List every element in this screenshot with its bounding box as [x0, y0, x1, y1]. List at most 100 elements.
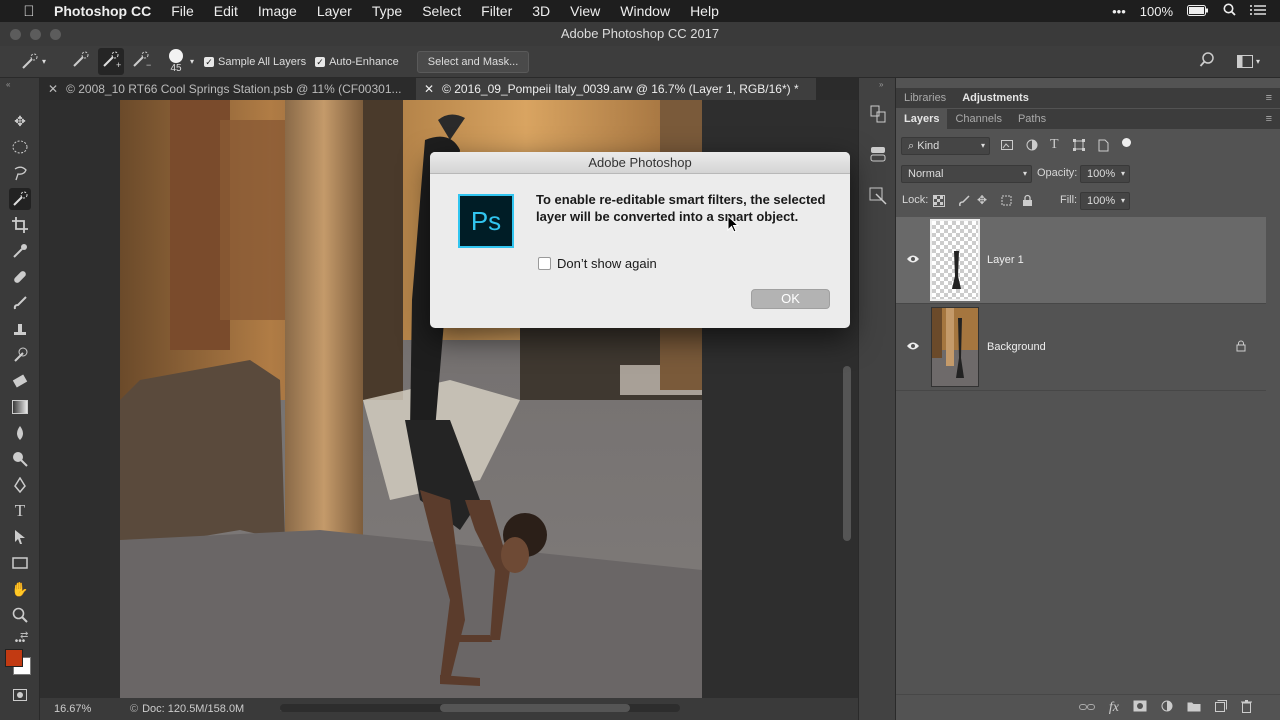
foreground-color-swatch[interactable]	[5, 649, 23, 667]
close-tab-icon[interactable]: ✕	[424, 78, 434, 100]
prevent-autonest-icon[interactable]	[1000, 194, 1013, 210]
menu-type[interactable]: Type	[372, 3, 402, 19]
apple-icon[interactable]: 	[18, 3, 40, 20]
tab-libraries[interactable]: Libraries	[896, 88, 954, 108]
eraser-tool-icon[interactable]	[9, 370, 31, 392]
smart-object-filter-icon[interactable]	[1097, 139, 1109, 155]
history-brush-tool-icon[interactable]	[9, 344, 31, 366]
lock-image-pixels-icon[interactable]	[958, 194, 970, 210]
tab-layers[interactable]: Layers	[896, 109, 948, 129]
select-and-mask-button[interactable]: Select and Mask...	[416, 50, 530, 73]
elliptical-marquee-tool-icon[interactable]	[9, 136, 31, 158]
properties-panel-icon[interactable]	[868, 144, 888, 167]
gradient-tool-icon[interactable]	[9, 396, 31, 418]
new-selection-brush-icon[interactable]	[70, 50, 92, 73]
menu-3d[interactable]: 3D	[532, 3, 550, 19]
ok-button[interactable]: OK	[751, 289, 830, 309]
add-layer-mask-icon[interactable]	[1133, 700, 1147, 715]
healing-brush-tool-icon[interactable]	[9, 266, 31, 288]
visibility-eye-icon[interactable]	[906, 253, 920, 267]
layer-thumbnail[interactable]	[931, 307, 979, 387]
lock-position-icon[interactable]: ✥	[977, 193, 987, 207]
more-icon[interactable]: •••	[1112, 4, 1126, 19]
tab-channels[interactable]: Channels	[947, 109, 1009, 129]
dont-show-again-checkbox[interactable]: Don’t show again	[538, 256, 657, 271]
type-tool-icon[interactable]: T	[9, 500, 31, 522]
rectangle-tool-icon[interactable]	[9, 552, 31, 574]
layer-thumbnail[interactable]	[930, 219, 980, 301]
layer-name[interactable]: Layer 1	[987, 254, 1024, 266]
menu-filter[interactable]: Filter	[481, 3, 512, 19]
brush-tool-icon[interactable]	[9, 292, 31, 314]
adjustment-layer-filter-icon[interactable]	[1026, 139, 1038, 154]
layer-row-background[interactable]: Background	[896, 304, 1266, 391]
workspace-switcher[interactable]: ▾	[1236, 55, 1260, 68]
zoom-level[interactable]: 16.67%	[54, 703, 114, 715]
menu-view[interactable]: View	[570, 3, 600, 19]
history-panel-icon[interactable]	[868, 104, 888, 127]
type-layer-filter-icon[interactable]: T	[1050, 137, 1059, 153]
search-icon[interactable]	[1199, 52, 1215, 71]
filter-toggle-icon[interactable]	[1122, 138, 1131, 147]
auto-enhance-checkbox[interactable]: ✓ Auto-Enhance	[315, 56, 399, 68]
checkbox-unchecked-icon[interactable]	[538, 257, 551, 270]
menu-image[interactable]: Image	[258, 3, 297, 19]
panel-menu-icon[interactable]: ≡	[1266, 113, 1272, 125]
zoom-tool-icon[interactable]	[9, 604, 31, 626]
panel-menu-icon[interactable]: ≡	[1266, 92, 1272, 104]
brush-size-picker[interactable]: 45	[166, 49, 186, 74]
horizontal-scrollbar[interactable]	[280, 704, 680, 712]
visibility-eye-icon[interactable]	[906, 340, 920, 354]
tool-preset-picker[interactable]: ▾	[20, 53, 46, 71]
subtract-from-selection-brush-icon[interactable]: −	[130, 50, 152, 73]
scrollbar-thumb[interactable]	[843, 366, 851, 541]
collapse-panel-icon[interactable]: «	[6, 80, 10, 89]
new-adjustment-layer-icon[interactable]	[1161, 700, 1173, 715]
tab-cool-springs[interactable]: ✕ © 2008_10 RT66 Cool Springs Station.ps…	[40, 78, 416, 100]
menu-select[interactable]: Select	[422, 3, 461, 19]
path-selection-tool-icon[interactable]	[9, 526, 31, 548]
tab-adjustments[interactable]: Adjustments	[954, 88, 1037, 108]
menu-help[interactable]: Help	[690, 3, 719, 19]
minimize-window-icon[interactable]	[30, 29, 41, 40]
battery-icon[interactable]	[1187, 4, 1209, 19]
blend-mode-select[interactable]: Normal ▾	[901, 165, 1032, 183]
fill-input[interactable]: 100% ▾	[1080, 192, 1130, 210]
pixel-layer-filter-icon[interactable]	[1001, 139, 1013, 154]
layer-row-layer-1[interactable]: Layer 1	[896, 217, 1266, 304]
menu-layer[interactable]: Layer	[317, 3, 352, 19]
opacity-input[interactable]: 100% ▾	[1080, 165, 1130, 183]
close-window-icon[interactable]	[10, 29, 21, 40]
zoom-window-icon[interactable]	[50, 29, 61, 40]
link-layers-icon[interactable]	[1078, 701, 1095, 715]
menu-window[interactable]: Window	[620, 3, 670, 19]
notification-center-icon[interactable]	[1250, 4, 1266, 19]
navigator-panel-icon[interactable]	[868, 186, 888, 209]
chevron-down-icon[interactable]: ▾	[190, 57, 194, 66]
new-group-icon[interactable]	[1187, 701, 1201, 715]
layer-name[interactable]: Background	[987, 341, 1046, 353]
clone-stamp-tool-icon[interactable]	[9, 318, 31, 340]
menu-edit[interactable]: Edit	[214, 3, 238, 19]
close-tab-icon[interactable]: ✕	[48, 78, 58, 100]
spotlight-search-icon[interactable]	[1223, 3, 1236, 19]
layer-filter-select[interactable]: ⌕ Kind ▾	[901, 137, 990, 155]
scrollbar-thumb[interactable]	[440, 704, 630, 712]
delete-layer-icon[interactable]	[1241, 699, 1252, 716]
quick-selection-tool-icon[interactable]	[9, 188, 31, 210]
move-tool-icon[interactable]: ✥	[9, 110, 31, 132]
hand-tool-icon[interactable]: ✋	[9, 578, 31, 600]
new-layer-icon[interactable]	[1215, 700, 1227, 715]
sample-all-layers-checkbox[interactable]: ✓ Sample All Layers	[204, 56, 306, 68]
eyedropper-tool-icon[interactable]	[9, 240, 31, 262]
quick-mask-icon[interactable]	[9, 684, 31, 706]
app-menu[interactable]: Photoshop CC	[54, 3, 151, 19]
expand-panels-icon[interactable]: »	[879, 80, 883, 89]
tab-paths[interactable]: Paths	[1010, 109, 1054, 129]
menu-file[interactable]: File	[171, 3, 194, 19]
shape-layer-filter-icon[interactable]	[1073, 139, 1085, 154]
dodge-tool-icon[interactable]	[9, 448, 31, 470]
swap-colors-icon[interactable]: ⇄	[20, 630, 28, 641]
layer-style-fx-icon[interactable]: fx	[1109, 700, 1119, 716]
pen-tool-icon[interactable]	[9, 474, 31, 496]
